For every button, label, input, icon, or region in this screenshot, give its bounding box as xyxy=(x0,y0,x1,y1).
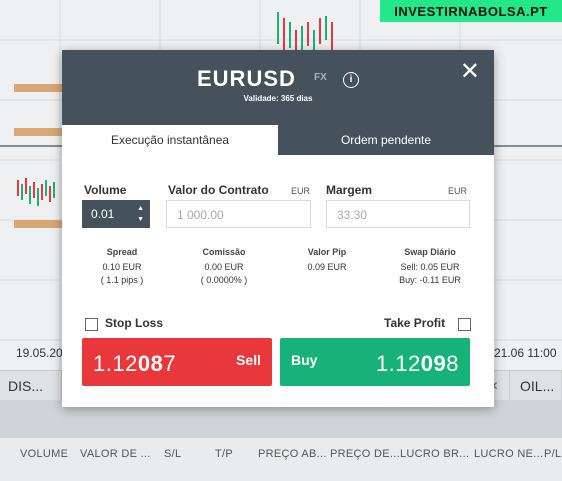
decrement-icon[interactable]: ▼ xyxy=(137,216,144,223)
stop-loss-checkbox[interactable] xyxy=(85,318,98,331)
tab-pending-order[interactable]: Ordem pendente xyxy=(278,125,494,155)
order-dialog: EURUSD FX i Validade: 365 dias ✕ Execuçã… xyxy=(62,50,494,407)
watermark: INVESTIRNABOLSA.PT xyxy=(380,0,562,22)
axis-date-right: 21.06 11:00 xyxy=(494,346,557,360)
contract-value-label: Valor do Contrato xyxy=(168,183,269,197)
margin-field: 33.30 xyxy=(326,200,470,228)
buy-price: 1.12098 xyxy=(375,351,459,376)
column-header[interactable]: P/L xyxy=(544,448,561,460)
positions-table-header: VOLUME VALOR DE ... S/L T/P PREÇO AB... … xyxy=(0,438,562,481)
take-profit-label[interactable]: Take Profit xyxy=(384,316,445,330)
sell-price: 1.12087 xyxy=(93,351,177,376)
column-header[interactable]: T/P xyxy=(215,448,233,460)
commission-label: Comissão xyxy=(202,247,246,257)
spread-label: Spread xyxy=(106,247,138,257)
buy-button[interactable]: Buy 1.12098 xyxy=(280,338,470,386)
axis-date-left: 19.05.20 xyxy=(16,346,63,360)
dialog-header: EURUSD FX i Validade: 365 dias ✕ xyxy=(62,50,494,125)
symbol-title: EURUSD xyxy=(197,66,296,91)
stop-loss-label[interactable]: Stop Loss xyxy=(105,316,163,330)
column-header[interactable]: S/L xyxy=(164,448,181,460)
volume-label: Volume xyxy=(84,183,127,197)
instrument-tab[interactable]: DIS... xyxy=(0,371,62,401)
column-header[interactable]: LUCRO NE... xyxy=(474,448,543,460)
spread-pips: ( 1.1 pips ) xyxy=(100,275,144,285)
swap-buy: Buy: -0.11 EUR xyxy=(399,275,461,285)
instrument-tab-label: DIS... xyxy=(8,378,44,394)
commission-value: 0.00 EUR xyxy=(204,262,244,272)
sell-button[interactable]: 1.12087 Sell xyxy=(82,338,272,386)
order-type-tabs: Execução instantânea Ordem pendente xyxy=(62,125,494,155)
commission-info: Comissão 0.00 EUR ( 0.0000% ) xyxy=(177,246,271,287)
info-icon[interactable]: i xyxy=(343,72,359,88)
pip-value-label: Valor Pip xyxy=(307,247,347,257)
margin-label: Margem xyxy=(326,183,373,197)
pip-value: 0.09 EUR xyxy=(307,262,347,272)
contract-value-field: 1 000.00 xyxy=(166,200,311,228)
pip-value-info: Valor Pip 0.09 EUR xyxy=(282,246,372,274)
buy-label: Buy xyxy=(291,352,318,368)
volume-value: 0.01 xyxy=(91,207,115,221)
take-profit-checkbox[interactable] xyxy=(458,318,471,331)
swap-info: Swap Diário Sell: 0.05 EUR Buy: -0.11 EU… xyxy=(384,246,476,287)
sell-label: Sell xyxy=(236,352,261,368)
column-header[interactable]: VALOR DE ... xyxy=(80,448,151,460)
instrument-tab-label: OIL... xyxy=(520,378,555,394)
margin-currency: EUR xyxy=(448,186,468,196)
contract-value-currency: EUR xyxy=(291,186,311,196)
instrument-tab[interactable]: OIL... xyxy=(512,371,562,401)
spread-info: Spread 0.10 EUR ( 1.1 pips ) xyxy=(76,246,168,287)
column-header[interactable]: PREÇO AB... xyxy=(258,448,327,460)
commission-percent: ( 0.0000% ) xyxy=(200,275,248,285)
swap-label: Swap Diário xyxy=(404,247,456,257)
column-header[interactable]: PREÇO DE... xyxy=(330,448,400,460)
tab-instant-execution[interactable]: Execução instantânea xyxy=(62,125,278,155)
volume-stepper[interactable]: 0.01 ▲ ▼ xyxy=(82,200,150,228)
column-header[interactable]: VOLUME xyxy=(20,448,68,460)
column-header[interactable]: LUCRO BR... xyxy=(400,448,469,460)
asset-class-badge: FX xyxy=(314,72,327,83)
swap-sell: Sell: 0.05 EUR xyxy=(400,262,460,272)
close-icon[interactable]: ✕ xyxy=(460,60,480,84)
spread-value: 0.10 EUR xyxy=(102,262,142,272)
increment-icon[interactable]: ▲ xyxy=(137,205,144,212)
validity-text: Validade: 365 dias xyxy=(243,94,313,103)
